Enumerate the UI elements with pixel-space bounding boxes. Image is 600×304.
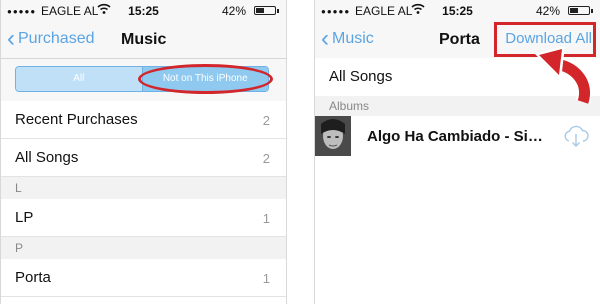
list-item-label: LP [15,209,34,226]
list-item-recent-purchases[interactable]: Recent Purchases 2 [1,101,286,139]
chevron-left-icon: ‹ [321,25,329,52]
back-button[interactable]: ‹ Music [321,25,374,52]
back-button-label: Music [332,30,374,47]
list-item-porta[interactable]: Porta 1 [1,259,286,297]
back-button-label: Purchased [18,30,95,47]
highlight-ellipse [138,64,273,94]
left-phone-screen: ●●●●● EAGLE AL 15:25 42% ‹ Purchased Musi… [0,0,287,304]
chevron-left-icon: ‹ [7,25,15,52]
back-button[interactable]: ‹ Purchased [7,25,95,52]
battery-fill [570,8,578,13]
list-item-count: 1 [262,271,270,286]
list-item-lp[interactable]: LP 1 [1,199,286,237]
section-header-label: Albums [329,99,370,113]
cloud-download-icon[interactable] [562,123,590,154]
battery-icon [254,6,279,15]
section-header-label: P [15,241,24,255]
list-item-label: Recent Purchases [15,111,138,128]
section-header-p: P [1,237,286,259]
battery-percent: 42% [535,4,560,18]
album-artwork [315,116,351,156]
battery-icon [568,6,593,15]
status-bar: ●●●●● EAGLE AL 15:25 42% [1,0,286,22]
album-title: Algo Ha Cambiado - Sin... [367,128,549,145]
page-title: Porta [439,31,480,48]
list-item-count: 2 [262,113,270,128]
red-arrow-icon [535,46,591,105]
list-item-label: All Songs [15,149,79,166]
page-title: Music [121,31,167,48]
list-item-all-songs[interactable]: All Songs 2 [1,139,286,177]
list-item-label: Porta [15,269,51,286]
list-item-count: 2 [262,151,270,166]
status-bar: ●●●●● EAGLE AL 15:25 42% [315,0,600,22]
navigation-bar: ‹ Purchased Music [1,22,286,59]
segment-bar: All Not on This iPhone [1,59,286,102]
album-row[interactable]: Algo Ha Cambiado - Sin... [315,116,600,160]
battery-percent: 42% [221,4,246,18]
section-header-label: L [15,181,22,195]
battery-fill [256,8,264,13]
list-item-count: 1 [262,211,270,226]
segment-all[interactable]: All [16,67,142,91]
section-header-l: L [1,177,286,199]
list-item-label: All Songs [329,68,393,85]
